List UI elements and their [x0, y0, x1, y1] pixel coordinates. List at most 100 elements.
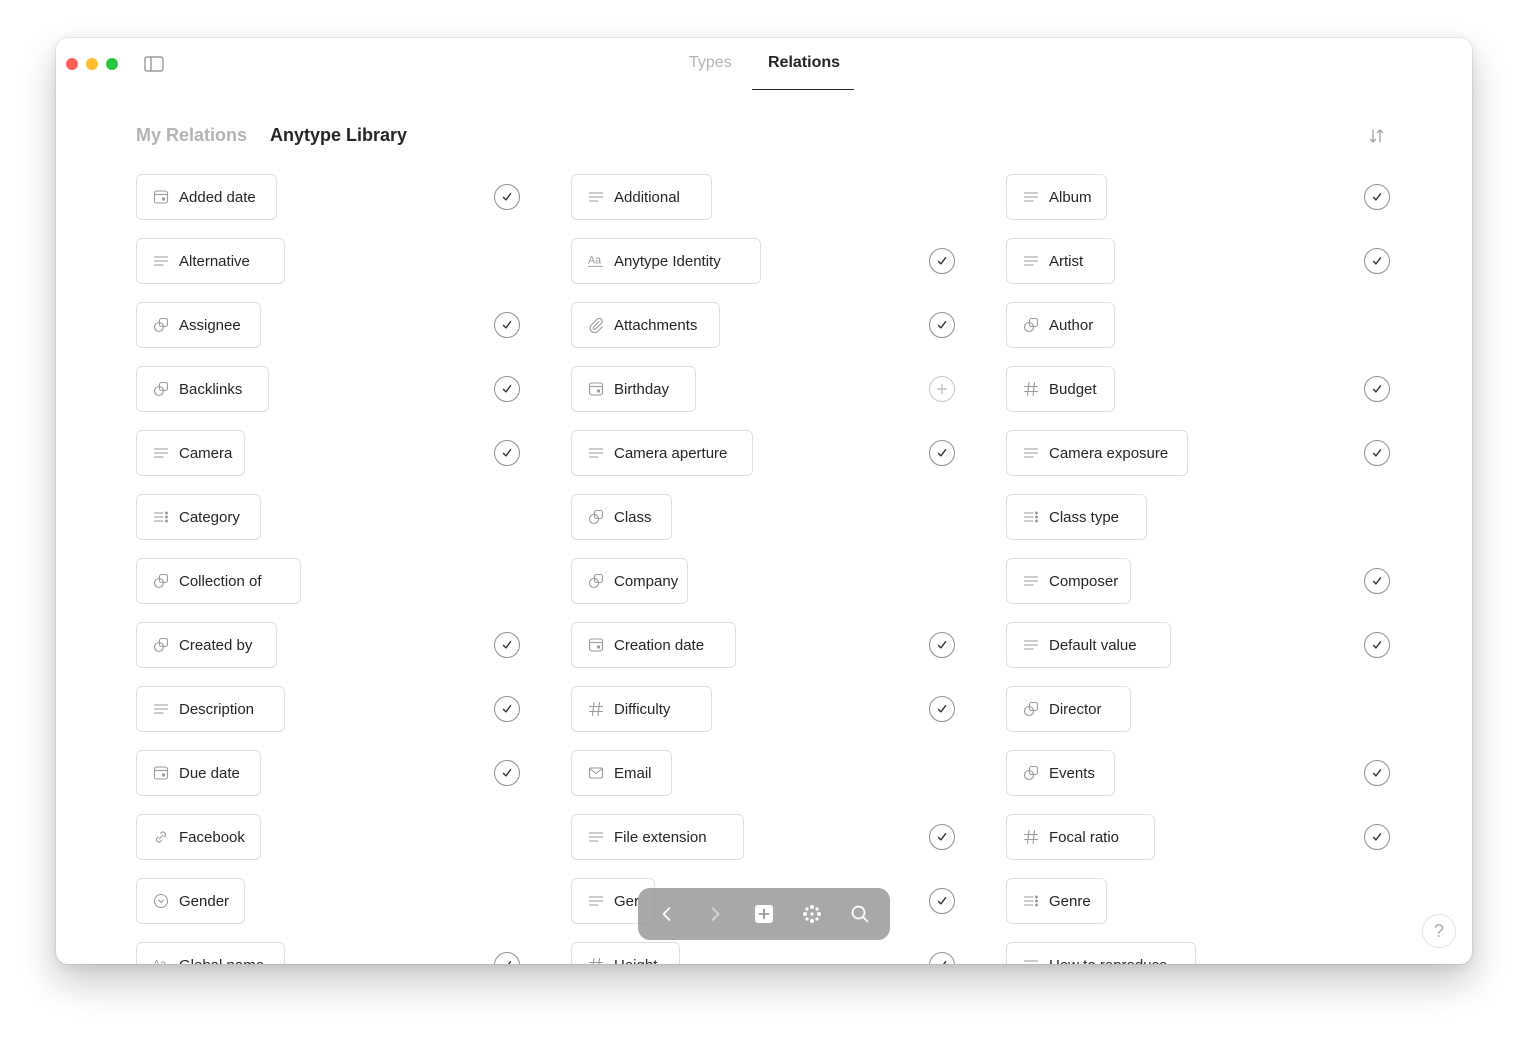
- relation-chip[interactable]: Added date: [136, 174, 277, 220]
- installed-check-icon[interactable]: [929, 888, 955, 914]
- relation-label: Category: [179, 508, 240, 526]
- installed-check-icon[interactable]: [494, 632, 520, 658]
- installed-check-icon[interactable]: [1364, 440, 1390, 466]
- relation-label: Composer: [1049, 572, 1119, 590]
- relation-label: Focal ratio: [1049, 828, 1120, 846]
- help-button[interactable]: ?: [1422, 914, 1456, 948]
- installed-check-icon[interactable]: [929, 248, 955, 274]
- relation-chip[interactable]: Birthday: [571, 366, 696, 412]
- relation-chip[interactable]: Budget: [1006, 366, 1115, 412]
- installed-check-icon[interactable]: [1364, 760, 1390, 786]
- relation-chip[interactable]: Collection of: [136, 558, 301, 604]
- relation-chip[interactable]: Director: [1006, 686, 1131, 732]
- relation-chip[interactable]: Default value: [1006, 622, 1171, 668]
- object-icon: [588, 509, 604, 525]
- relation-label: Birthday: [614, 380, 670, 398]
- relation-chip[interactable]: Category: [136, 494, 261, 540]
- installed-check-icon[interactable]: [1364, 376, 1390, 402]
- relation-label: Author: [1049, 316, 1094, 334]
- installed-check-icon[interactable]: [929, 824, 955, 850]
- installed-check-icon[interactable]: [1364, 632, 1390, 658]
- object-icon: [153, 573, 169, 589]
- installed-check-icon[interactable]: [494, 760, 520, 786]
- relation-chip[interactable]: Camera aperture: [571, 430, 753, 476]
- relation-chip[interactable]: Created by: [136, 622, 277, 668]
- installed-check-icon[interactable]: [929, 632, 955, 658]
- text-lines-icon: [1023, 573, 1039, 589]
- relation-chip[interactable]: Facebook: [136, 814, 261, 860]
- relation-chip[interactable]: Focal ratio: [1006, 814, 1155, 860]
- relation-chip[interactable]: Height: [571, 942, 680, 964]
- relation-label: Collection of: [179, 572, 262, 590]
- relation-chip[interactable]: File extension: [571, 814, 744, 860]
- relation-label: Director: [1049, 700, 1102, 718]
- relation-label: Alternative: [179, 252, 250, 270]
- relation-chip[interactable]: Attachments: [571, 302, 720, 348]
- app-window: Types Relations My Relations Anytype Lib…: [56, 38, 1472, 964]
- relation-label: Genre: [1049, 892, 1091, 910]
- relation-chip[interactable]: Gender: [136, 878, 245, 924]
- relation-chip[interactable]: Backlinks: [136, 366, 269, 412]
- relation-chip[interactable]: Alternative: [136, 238, 285, 284]
- link-icon: [153, 829, 169, 845]
- installed-check-icon[interactable]: [494, 952, 520, 964]
- relation-chip[interactable]: Class: [571, 494, 672, 540]
- installed-check-icon[interactable]: [1364, 824, 1390, 850]
- text-lines-icon: [153, 445, 169, 461]
- relation-label: Additional: [614, 188, 680, 206]
- plus-square-icon[interactable]: [752, 902, 776, 926]
- installed-check-icon[interactable]: [929, 696, 955, 722]
- relation-chip[interactable]: Author: [1006, 302, 1115, 348]
- installed-check-icon[interactable]: [494, 312, 520, 338]
- installed-check-icon[interactable]: [494, 440, 520, 466]
- search-icon[interactable]: [848, 902, 872, 926]
- relation-label: Events: [1049, 764, 1095, 782]
- installed-check-icon[interactable]: [929, 440, 955, 466]
- relation-chip[interactable]: Due date: [136, 750, 261, 796]
- installed-check-icon[interactable]: [1364, 184, 1390, 210]
- relation-label: Created by: [179, 636, 253, 654]
- relation-chip[interactable]: Composer: [1006, 558, 1131, 604]
- installed-check-icon[interactable]: [929, 312, 955, 338]
- relation-chip[interactable]: How to reproduce: [1006, 942, 1196, 964]
- relation-chip[interactable]: Aa Anytype Identity: [571, 238, 761, 284]
- relation-chip[interactable]: Company: [571, 558, 688, 604]
- relation-chip[interactable]: Additional: [571, 174, 712, 220]
- relation-chip[interactable]: Description: [136, 686, 285, 732]
- installed-check-icon[interactable]: [1364, 248, 1390, 274]
- installed-check-icon[interactable]: [494, 184, 520, 210]
- aa-text-icon: Aa: [153, 957, 169, 964]
- text-lines-icon: [1023, 957, 1039, 964]
- relation-label: Company: [614, 572, 679, 590]
- forward-arrow-icon[interactable]: [703, 902, 727, 926]
- svg-text:Aa: Aa: [153, 959, 166, 964]
- relation-chip[interactable]: Class type: [1006, 494, 1147, 540]
- hash-icon: [1023, 829, 1039, 845]
- installed-check-icon[interactable]: [1364, 568, 1390, 594]
- relation-chip[interactable]: Camera: [136, 430, 245, 476]
- relation-label: Budget: [1049, 380, 1097, 398]
- relation-chip[interactable]: Creation date: [571, 622, 736, 668]
- text-lines-icon: [588, 829, 604, 845]
- relation-chip[interactable]: Email: [571, 750, 672, 796]
- relation-chip[interactable]: Aa Global name: [136, 942, 285, 964]
- back-arrow-icon[interactable]: [655, 902, 679, 926]
- installed-check-icon[interactable]: [494, 696, 520, 722]
- relation-chip[interactable]: Artist: [1006, 238, 1115, 284]
- relation-chip[interactable]: Difficulty: [571, 686, 712, 732]
- relation-chip[interactable]: Events: [1006, 750, 1115, 796]
- object-icon: [1023, 701, 1039, 717]
- relation-chip[interactable]: Assignee: [136, 302, 261, 348]
- object-icon: [153, 317, 169, 333]
- relation-chip[interactable]: Album: [1006, 174, 1107, 220]
- relation-label: Assignee: [179, 316, 241, 334]
- installed-check-icon[interactable]: [494, 376, 520, 402]
- installed-check-icon[interactable]: [929, 952, 955, 964]
- relation-chip[interactable]: Genre: [1006, 878, 1107, 924]
- hash-icon: [1023, 381, 1039, 397]
- relation-label: Description: [179, 700, 255, 718]
- graph-icon[interactable]: [800, 902, 824, 926]
- add-relation-button[interactable]: [929, 376, 955, 402]
- relation-label: Anytype Identity: [614, 252, 721, 270]
- relation-chip[interactable]: Camera exposure: [1006, 430, 1188, 476]
